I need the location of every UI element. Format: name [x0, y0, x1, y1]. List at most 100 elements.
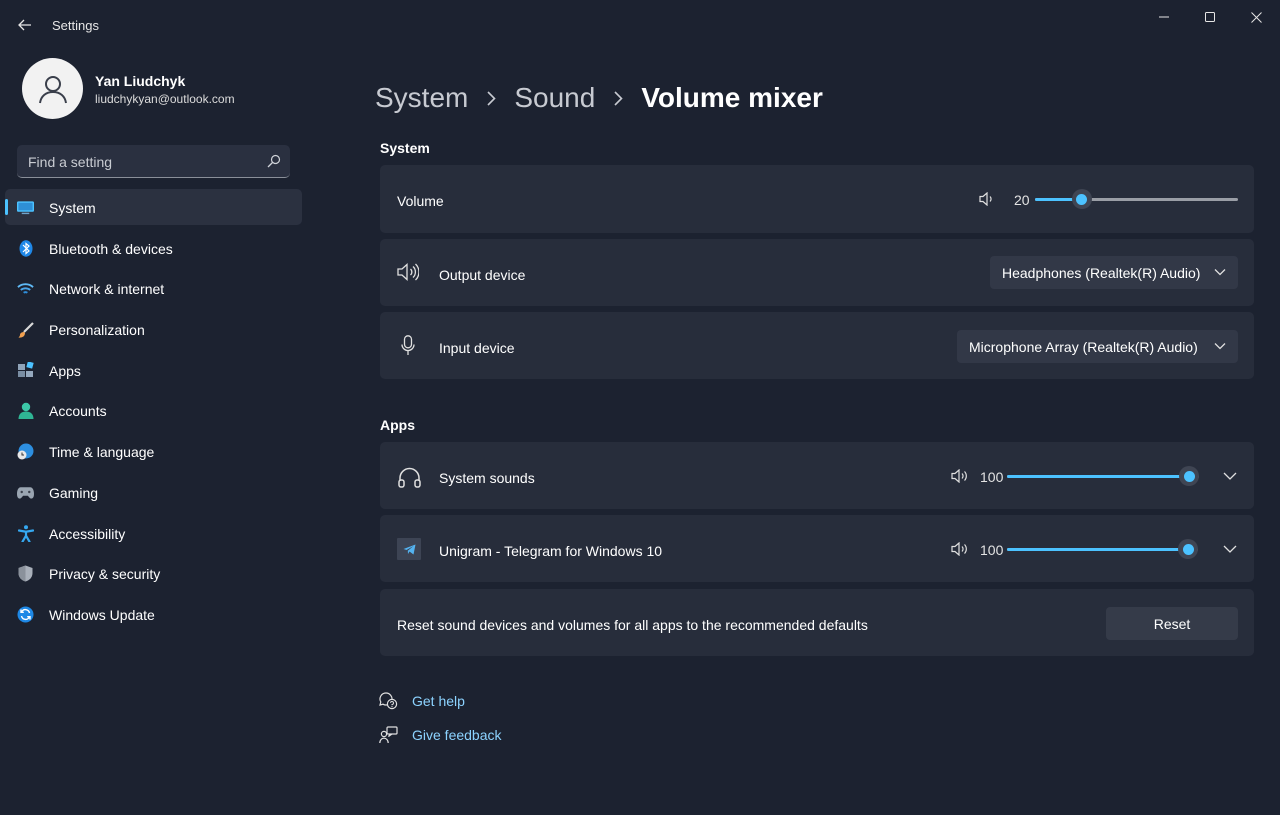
sidebar-item-network[interactable]: Network & internet — [5, 270, 302, 306]
chevron-down-icon[interactable] — [1223, 471, 1237, 481]
slider-thumb[interactable] — [1071, 189, 1092, 209]
speaker-loud-icon — [397, 262, 419, 282]
globe-clock-icon — [17, 443, 34, 460]
slider-thumb[interactable] — [1178, 539, 1198, 559]
sidebar-item-label: Accounts — [49, 403, 107, 420]
page-title: Volume mixer — [641, 82, 823, 113]
apps-icon — [17, 362, 34, 379]
search-placeholder: Find a setting — [28, 154, 113, 170]
monitor-icon — [17, 199, 34, 216]
sidebar-item-apps[interactable]: Apps — [5, 352, 302, 388]
breadcrumb-sound[interactable]: Sound — [514, 82, 595, 114]
reset-description: Reset sound devices and volumes for all … — [397, 617, 868, 633]
sidebar-item-system[interactable]: System — [5, 189, 302, 225]
search-input[interactable]: Find a setting — [17, 145, 290, 178]
gamepad-icon — [17, 484, 34, 501]
app-volume-value: 100 — [980, 542, 1004, 558]
sidebar-item-label: Bluetooth & devices — [49, 240, 173, 257]
accessibility-icon — [17, 524, 34, 542]
sidebar-nav: System Bluetooth & devices Network & int… — [5, 189, 302, 637]
give-feedback-label: Give feedback — [412, 727, 502, 743]
microphone-icon — [400, 334, 416, 356]
volume-card: Volume 20 — [380, 165, 1254, 233]
output-device-dropdown[interactable]: Headphones (Realtek(R) Audio) — [990, 256, 1238, 289]
app-volume-slider[interactable] — [1007, 539, 1198, 559]
sidebar-item-accounts[interactable]: Accounts — [5, 392, 302, 428]
chevron-down-icon — [1214, 269, 1226, 276]
sidebar-item-label: Personalization — [49, 322, 145, 339]
sidebar-item-label: Apps — [49, 362, 81, 379]
sidebar-item-label: System — [49, 200, 96, 216]
app-volume-card: Unigram - Telegram for Windows 10 100 — [380, 515, 1254, 582]
chevron-down-icon — [1214, 343, 1226, 350]
headphones-icon — [397, 466, 421, 488]
help-chat-icon — [378, 691, 398, 711]
sidebar-item-label: Network & internet — [49, 281, 165, 298]
get-help-link[interactable]: Get help — [378, 691, 465, 711]
reset-card: Reset sound devices and volumes for all … — [380, 589, 1254, 656]
volume-label: Volume — [397, 193, 444, 209]
sidebar-item-label: Privacy & security — [49, 566, 161, 583]
breadcrumb: System Sound Volume mixer — [375, 82, 823, 114]
feedback-icon — [378, 725, 398, 745]
speaker-icon — [951, 469, 969, 483]
input-device-card: Input device Microphone Array (Realtek(R… — [380, 312, 1254, 379]
app-volume-value: 100 — [980, 469, 1004, 485]
avatar — [22, 58, 83, 119]
chevron-right-icon — [612, 90, 624, 106]
input-device-label: Input device — [439, 340, 515, 356]
shield-icon — [17, 565, 34, 582]
speaker-icon — [978, 191, 994, 207]
app-volume-card: System sounds 100 — [380, 442, 1254, 509]
output-device-card: Output device Headphones (Realtek(R) Aud… — [380, 239, 1254, 306]
title-bar: Settings — [0, 0, 1280, 50]
bluetooth-icon — [17, 239, 34, 257]
telegram-icon — [397, 538, 421, 560]
output-device-label: Output device — [439, 267, 526, 283]
close-icon — [1250, 11, 1262, 23]
slider-fill — [1007, 548, 1188, 551]
sidebar-item-label: Accessibility — [49, 525, 126, 542]
user-name: Yan Liudchyk — [95, 73, 186, 89]
maximize-icon — [1205, 12, 1215, 22]
chevron-down-icon[interactable] — [1223, 544, 1237, 554]
input-device-dropdown[interactable]: Microphone Array (Realtek(R) Audio) — [957, 330, 1238, 363]
back-button[interactable] — [12, 12, 38, 38]
speaker-icon — [951, 542, 969, 556]
slider-fill — [1007, 475, 1189, 478]
arrow-left-icon — [18, 19, 31, 31]
update-icon — [17, 606, 34, 623]
app-title: Settings — [52, 18, 99, 33]
app-name: Unigram - Telegram for Windows 10 — [439, 543, 663, 559]
sidebar-item-accessibility[interactable]: Accessibility — [5, 515, 302, 551]
maximize-button[interactable] — [1188, 6, 1232, 28]
get-help-label: Get help — [412, 693, 465, 709]
app-volume-slider[interactable] — [1007, 466, 1199, 486]
user-email: liudchykyan@outlook.com — [95, 92, 235, 106]
sidebar-item-privacy[interactable]: Privacy & security — [5, 555, 302, 591]
reset-button[interactable]: Reset — [1106, 607, 1238, 640]
section-heading-apps: Apps — [380, 417, 415, 433]
sidebar-item-time-language[interactable]: Time & language — [5, 433, 302, 469]
close-button[interactable] — [1234, 6, 1278, 28]
chevron-right-icon — [485, 90, 497, 106]
sidebar-item-gaming[interactable]: Gaming — [5, 474, 302, 510]
person-icon — [38, 75, 67, 103]
section-heading-system: System — [380, 140, 430, 156]
sidebar-item-label: Time & language — [49, 444, 155, 461]
input-device-value: Microphone Array (Realtek(R) Audio) — [969, 339, 1198, 355]
sidebar-item-windows-update[interactable]: Windows Update — [5, 596, 302, 632]
breadcrumb-system[interactable]: System — [375, 82, 468, 114]
person-icon — [17, 402, 34, 420]
app-name: System sounds — [439, 470, 535, 486]
slider-thumb[interactable] — [1179, 466, 1199, 486]
minimize-button[interactable] — [1142, 6, 1186, 28]
give-feedback-link[interactable]: Give feedback — [378, 725, 502, 745]
output-device-value: Headphones (Realtek(R) Audio) — [1002, 265, 1201, 281]
wifi-icon — [17, 280, 34, 297]
sidebar-item-bluetooth[interactable]: Bluetooth & devices — [5, 230, 302, 266]
volume-slider[interactable] — [1035, 189, 1238, 209]
volume-value: 20 — [1014, 192, 1030, 208]
sidebar-item-personalization[interactable]: Personalization — [5, 311, 302, 347]
sidebar-item-label: Windows Update — [49, 606, 155, 623]
